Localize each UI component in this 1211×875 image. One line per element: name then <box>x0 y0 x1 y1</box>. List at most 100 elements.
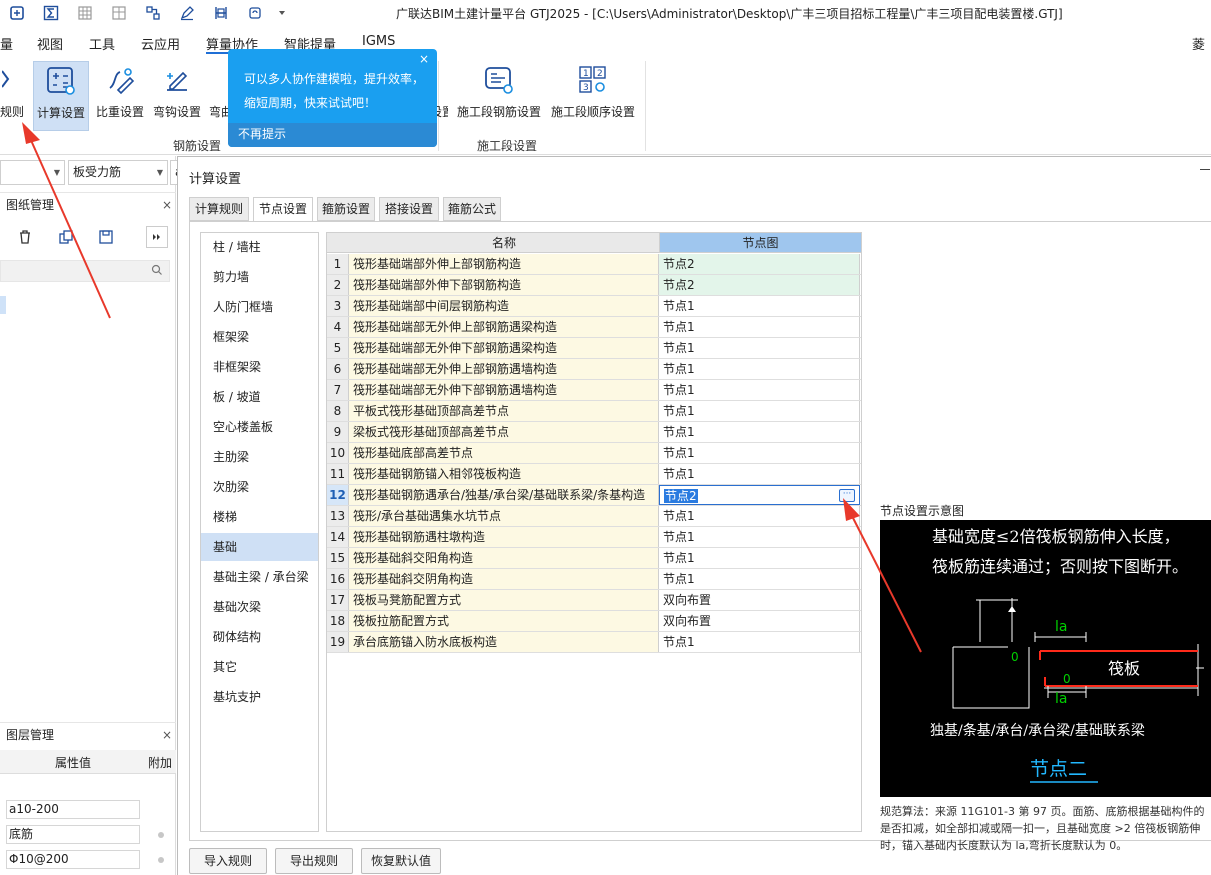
table-row[interactable]: 16 筏形基础斜交阴角构造 节点1 <box>327 569 861 590</box>
weight-settings-button[interactable]: 比重设置 <box>94 61 146 131</box>
table-row[interactable]: 13 筏形/承台基础遇集水坑节点 节点1 <box>327 506 861 527</box>
node-value-editor[interactable]: 节点2 ··· <box>659 485 860 505</box>
category-item[interactable]: 剪力墙 <box>201 263 318 291</box>
network-icon[interactable] <box>136 0 170 26</box>
section-order-settings-label: 施工段顺序设置 <box>550 105 635 119</box>
component-type-select[interactable]: 板受力筋 ▼ <box>68 160 168 185</box>
minimize-icon[interactable] <box>1200 169 1210 170</box>
category-item[interactable]: 非框架梁 <box>201 353 318 381</box>
node-diagram: 基础宽度≤2倍筏板钢筋伸入长度， 筏板筋连续通过；否则按下图断开。 la 筏板 … <box>880 520 1211 797</box>
menu-item-tools[interactable]: 工具 <box>89 34 115 53</box>
close-icon[interactable]: × <box>162 193 172 217</box>
table-row[interactable]: 11 筏形基础钢筋锚入相邻筏板构造 节点1 <box>327 464 861 485</box>
tab-calc-rules[interactable]: 计算规则 <box>189 197 249 221</box>
property-type-field[interactable]: 底筋 <box>6 825 140 844</box>
row-number-header <box>327 233 349 253</box>
category-item[interactable]: 主肋梁 <box>201 443 318 471</box>
rules-icon <box>0 63 18 97</box>
property-name-field[interactable]: a10-200 <box>6 800 140 819</box>
app-icon[interactable] <box>0 0 34 26</box>
hook-settings-button[interactable]: 弯钩设置 <box>151 61 203 131</box>
close-icon[interactable]: × <box>419 52 429 66</box>
save-icon[interactable] <box>95 226 117 248</box>
category-item[interactable]: 框架梁 <box>201 323 318 351</box>
drawing-search-input[interactable] <box>0 260 170 282</box>
sum-icon[interactable] <box>34 0 68 26</box>
rules-button[interactable]: 规则 <box>0 61 24 131</box>
tab-stirrup-formula[interactable]: 箍筋公式 <box>443 197 501 221</box>
grid-icon[interactable] <box>68 0 102 26</box>
quick-access-toolbar <box>0 0 292 26</box>
description-line-1: 规范算法：来源 11G101-3 第 97 页。面筋、底筋根据基础构件的 <box>880 805 1205 818</box>
menu-item-igms[interactable]: IGMS <box>362 34 395 49</box>
category-item[interactable]: 基坑支护 <box>201 683 318 711</box>
hook-settings-label: 弯钩设置 <box>152 105 201 119</box>
calc-settings-label: 计算设置 <box>36 106 85 120</box>
section-order-settings-icon: 123 <box>575 63 611 97</box>
calc-settings-button[interactable]: 计算设置 <box>33 61 89 131</box>
table-row[interactable]: 6 筏形基础端部无外伸上部钢筋遇墙构造 节点1 <box>327 359 861 380</box>
category-item[interactable]: 其它 <box>201 653 318 681</box>
category-item[interactable]: 楼梯 <box>201 503 318 531</box>
menu-item-quantity[interactable]: 量 <box>0 34 13 53</box>
table-row[interactable]: 17 筏板马凳筋配置方式 双向布置 <box>327 590 861 611</box>
menu-item-view[interactable]: 视图 <box>37 34 63 53</box>
table-row[interactable]: 3 筏形基础端部中间层钢筋构造 节点1 <box>327 296 861 317</box>
drawing-toolbar <box>0 222 176 252</box>
weight-settings-icon <box>102 63 138 97</box>
import-rules-button[interactable]: 导入规则 <box>189 848 267 874</box>
expand-icon[interactable] <box>146 226 168 248</box>
category-item-selected[interactable]: 基础 <box>201 533 318 561</box>
table-row[interactable]: 1 筏形基础端部外伸上部钢筋构造 节点2 <box>327 254 861 275</box>
table-row[interactable]: 5 筏形基础端部无外伸下部钢筋遇梁构造 节点1 <box>327 338 861 359</box>
section-rebar-settings-button[interactable]: 施工段钢筋设置 <box>455 61 543 131</box>
export-rules-button[interactable]: 导出规则 <box>275 848 353 874</box>
close-icon[interactable]: × <box>162 723 172 747</box>
menu-item-cloud[interactable]: 云应用 <box>141 34 180 53</box>
category-item[interactable]: 板 / 坡道 <box>201 383 318 411</box>
attach-checkbox[interactable] <box>158 857 164 863</box>
ruler-icon[interactable] <box>204 0 238 26</box>
table-row[interactable]: 19 承台底筋锚入防水底板构造 节点1 <box>327 632 861 653</box>
category-item[interactable]: 基础次梁 <box>201 593 318 621</box>
table-row[interactable]: 7 筏形基础端部无外伸下部钢筋遇墙构造 节点1 <box>327 380 861 401</box>
category-item[interactable]: 柱 / 墙柱 <box>201 233 318 261</box>
menu-bar: 量 视图 工具 云应用 算量协作 智能提量 IGMS 菱层 <box>0 34 1211 72</box>
table-row[interactable]: 15 筏形基础斜交阳角构造 节点1 <box>327 548 861 569</box>
selected-drawing-item[interactable] <box>0 296 6 314</box>
table-row-selected[interactable]: 12 筏形基础钢筋遇承台/独基/承台梁/基础联系梁/条基构造 节点2 ··· <box>327 485 861 506</box>
dont-show-again-link[interactable]: 不再提示 <box>228 123 437 147</box>
delete-icon[interactable] <box>14 226 36 248</box>
table-row[interactable]: 18 筏板拉筋配置方式 双向布置 <box>327 611 861 632</box>
table-row[interactable]: 2 筏形基础端部外伸下部钢筋构造 节点2 <box>327 275 861 296</box>
category-item[interactable]: 人防门框墙 <box>201 293 318 321</box>
tab-lap-settings[interactable]: 搭接设置 <box>379 197 439 221</box>
table-row[interactable]: 10 筏形基础底部高差节点 节点1 <box>327 443 861 464</box>
tab-node-settings[interactable]: 节点设置 <box>253 197 313 222</box>
tab-stirrup-settings[interactable]: 箍筋设置 <box>317 197 375 221</box>
category-item[interactable]: 空心楼盖板 <box>201 413 318 441</box>
dropdown-arrow-icon[interactable] <box>272 0 292 26</box>
table-row[interactable]: 4 筏形基础端部无外伸上部钢筋遇梁构造 节点1 <box>327 317 861 338</box>
layer-panel-title: 图层管理 <box>6 728 55 742</box>
restore-defaults-button[interactable]: 恢复默认值 <box>361 848 441 874</box>
table-row[interactable]: 8 平板式筏形基础顶部高差节点 节点1 <box>327 401 861 422</box>
table-row[interactable]: 14 筏形基础钢筋遇柱墩构造 节点1 <box>327 527 861 548</box>
attach-checkbox[interactable] <box>158 832 164 838</box>
svg-text:1: 1 <box>583 69 589 79</box>
property-rebar-field[interactable]: Φ10@200 <box>6 850 140 869</box>
floor-select[interactable]: ▼ <box>0 160 65 185</box>
edit-icon[interactable] <box>170 0 204 26</box>
category-item[interactable]: 次肋梁 <box>201 473 318 501</box>
section-order-settings-button[interactable]: 123 施工段顺序设置 <box>549 61 637 131</box>
label-la-top: la <box>1055 619 1067 635</box>
copy-icon[interactable] <box>55 226 77 248</box>
ellipsis-button[interactable]: ··· <box>839 489 855 502</box>
table-row[interactable]: 9 梁板式筏形基础顶部高差节点 节点1 <box>327 422 861 443</box>
table-icon[interactable] <box>102 0 136 26</box>
description-line-2: 是否扣减，如全部扣减或隔一扣一，且基础宽度 >2 倍筏板钢筋伸 <box>880 822 1201 835</box>
refresh-icon[interactable] <box>238 0 272 26</box>
category-item[interactable]: 砌体结构 <box>201 623 318 651</box>
property-extra-header: 附加 <box>148 756 173 770</box>
category-item[interactable]: 基础主梁 / 承台梁 <box>201 563 318 591</box>
